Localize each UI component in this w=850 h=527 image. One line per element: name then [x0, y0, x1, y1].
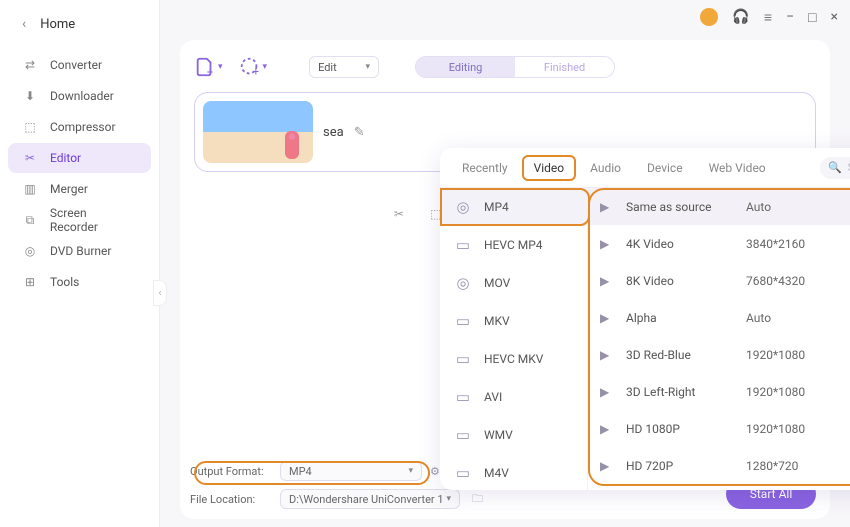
resolution-hd1080p[interactable]: ▶HD 1080P1920*1080✎ [588, 410, 850, 447]
resolution-3d-red-blue[interactable]: ▶3D Red-Blue1920*1080✎ [588, 336, 850, 373]
recorder-icon: ⧉ [22, 213, 38, 228]
format-icon: ◎ [454, 274, 472, 292]
format-mp4[interactable]: ◎MP4 [440, 188, 587, 226]
close-button[interactable]: × [831, 9, 838, 25]
format-icon: ▭ [454, 426, 472, 444]
chevron-down-icon: ▾ [263, 62, 268, 72]
sidebar-item-converter[interactable]: ⇄Converter [8, 50, 151, 80]
video-icon: ▶ [600, 459, 616, 473]
format-hevc-mp4[interactable]: ▭HEVC MP4 [440, 226, 587, 264]
resolution-alpha[interactable]: ▶AlphaAuto✎ [588, 299, 850, 336]
media-title: sea [323, 125, 344, 140]
merger-icon: ▥ [22, 182, 38, 196]
svg-text:+: + [252, 65, 258, 78]
format-icon: ▭ [454, 236, 472, 254]
format-icon: ▭ [454, 312, 472, 330]
file-location-dropdown[interactable]: D:\Wondershare UniConverter 1▾ [280, 489, 460, 509]
output-format-dropdown[interactable]: MP4▾ [280, 461, 422, 481]
resolution-same-as-source[interactable]: ▶Same as sourceAuto✎ [588, 188, 850, 225]
video-icon: ▶ [600, 348, 616, 362]
svg-text:+: + [207, 66, 213, 78]
format-popup: Recently Video Audio Device Web Video 🔍 … [440, 148, 850, 490]
tab-audio[interactable]: Audio [578, 155, 633, 181]
video-icon: ▶ [600, 200, 616, 214]
chevron-down-icon: ▾ [366, 62, 371, 72]
sidebar-item-merger[interactable]: ▥Merger [8, 174, 151, 204]
format-icon: ▭ [454, 464, 472, 482]
resolution-4k[interactable]: ▶4K Video3840*2160✎ [588, 225, 850, 262]
format-hevc-mkv[interactable]: ▭HEVC MKV [440, 340, 587, 378]
support-icon[interactable]: 🎧 [732, 9, 749, 25]
sidebar-item-dvd-burner[interactable]: ◎DVD Burner [8, 236, 151, 266]
tab-web-video[interactable]: Web Video [697, 155, 778, 181]
video-icon: ▶ [600, 422, 616, 436]
chevron-down-icon: ▾ [408, 466, 413, 476]
format-icon: ▭ [454, 388, 472, 406]
rename-icon[interactable]: ✎ [354, 125, 365, 140]
edit-mode-dropdown[interactable]: Edit▾ [309, 56, 379, 78]
editor-icon: ✂ [22, 151, 38, 165]
resolution-hd720p[interactable]: ▶HD 720P1280*720✎ [588, 447, 850, 484]
cut-icon[interactable]: ✂ [394, 207, 404, 221]
sidebar-item-compressor[interactable]: ⬚Compressor [8, 112, 151, 142]
format-avi[interactable]: ▭AVI [440, 378, 587, 416]
minimize-button[interactable]: − [786, 9, 794, 25]
sidebar-item-screen-recorder[interactable]: ⧉Screen Recorder [8, 205, 151, 235]
compressor-icon: ⬚ [22, 120, 38, 134]
format-m4v[interactable]: ▭M4V [440, 454, 587, 490]
segment-editing[interactable]: Editing [416, 57, 515, 77]
add-url-button[interactable]: + ▾ [239, 56, 268, 78]
open-folder-icon[interactable]: 🗀 [472, 490, 483, 509]
format-icon: ◎ [454, 198, 472, 216]
sidebar-item-downloader[interactable]: ⬇Downloader [8, 81, 151, 111]
popup-tabs: Recently Video Audio Device Web Video 🔍 … [440, 148, 850, 188]
format-wmv[interactable]: ▭WMV [440, 416, 587, 454]
dvd-icon: ◎ [22, 244, 38, 258]
chevron-down-icon: ▾ [446, 494, 451, 504]
video-icon: ▶ [600, 237, 616, 251]
sidebar-home[interactable]: ‹ Home [0, 4, 159, 44]
maximize-button[interactable]: □ [808, 9, 816, 26]
resolution-3d-left-right[interactable]: ▶3D Left-Right1920*1080✎ [588, 373, 850, 410]
chevron-down-icon: ▾ [218, 62, 223, 72]
format-list: ◎MP4 ▭HEVC MP4 ◎MOV ▭MKV ▭HEVC MKV ▭AVI … [440, 188, 588, 490]
format-icon: ▭ [454, 350, 472, 368]
video-icon: ▶ [600, 311, 616, 325]
sidebar: ‹ Home ⇄Converter ⬇Downloader ⬚Compresso… [0, 0, 160, 527]
segment-finished[interactable]: Finished [515, 57, 614, 77]
tools-icon: ⊞ [22, 275, 38, 289]
format-mkv[interactable]: ▭MKV [440, 302, 587, 340]
sidebar-item-tools[interactable]: ⊞Tools [8, 267, 151, 297]
sidebar-item-editor[interactable]: ✂Editor [8, 143, 151, 173]
video-icon: ▶ [600, 385, 616, 399]
add-file-button[interactable]: + ▾ [194, 56, 223, 78]
file-location-label: File Location: [190, 493, 272, 506]
downloader-icon: ⬇ [22, 89, 38, 103]
home-label: Home [40, 17, 75, 32]
chevron-left-icon: ‹ [22, 16, 26, 32]
video-icon: ▶ [600, 274, 616, 288]
toolbar: + ▾ + ▾ Edit▾ Editing Finished [194, 50, 816, 84]
popup-search[interactable]: 🔍 Search [820, 157, 850, 179]
tab-recently[interactable]: Recently [450, 155, 520, 181]
resolution-list: ▶Same as sourceAuto✎ ▶4K Video3840*2160✎… [588, 188, 850, 490]
tab-video[interactable]: Video [522, 155, 577, 181]
format-mov[interactable]: ◎MOV [440, 264, 587, 302]
converter-icon: ⇄ [22, 58, 38, 72]
segment-toggle: Editing Finished [415, 56, 615, 78]
main-area: + ▾ + ▾ Edit▾ Editing Finished sea ✎ [160, 34, 850, 527]
avatar[interactable] [700, 8, 718, 26]
tab-device[interactable]: Device [635, 155, 695, 181]
panel: + ▾ + ▾ Edit▾ Editing Finished sea ✎ [180, 40, 830, 519]
search-icon: 🔍 [828, 161, 842, 174]
menu-icon[interactable]: ≡ [764, 9, 772, 26]
video-thumbnail[interactable] [203, 101, 313, 163]
output-format-label: Output Format: [190, 465, 272, 478]
resolution-8k[interactable]: ▶8K Video7680*4320✎ [588, 262, 850, 299]
